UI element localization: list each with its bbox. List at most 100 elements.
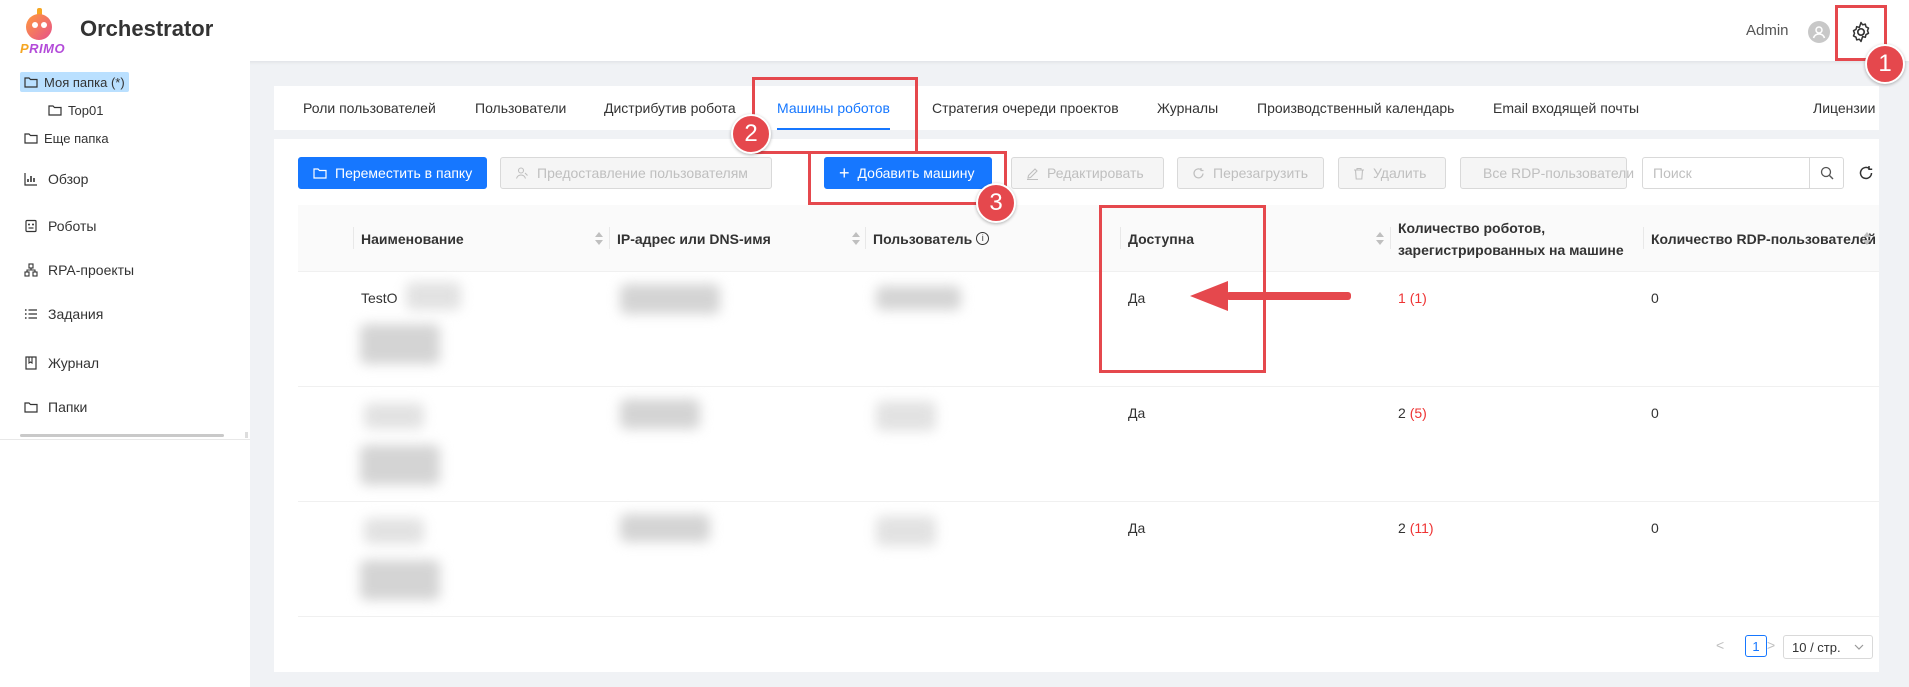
table-row[interactable]: TestO Да 1 (1) 0 bbox=[298, 272, 1879, 387]
move-to-folder-button[interactable]: Переместить в папку bbox=[298, 157, 488, 189]
column-header-robots-count[interactable]: Количество роботов, зарегистрированных н… bbox=[1398, 205, 1624, 272]
nav-item-tasks[interactable]: Задания bbox=[24, 303, 103, 325]
redacted-ip bbox=[620, 284, 720, 314]
tab-licenses[interactable]: Лицензии bbox=[1813, 100, 1875, 116]
tab-production-calendar[interactable]: Производственный календарь bbox=[1257, 100, 1454, 116]
table-header: Наименование IP-адрес или DNS-имя Пользо… bbox=[298, 205, 1879, 272]
nav-item-folders[interactable]: Папки bbox=[24, 396, 87, 418]
search-input[interactable] bbox=[1643, 158, 1809, 188]
highlight-machines-tab bbox=[752, 77, 918, 154]
redacted-name bbox=[360, 324, 440, 364]
redacted-name bbox=[364, 403, 424, 429]
redacted-name bbox=[364, 518, 424, 544]
primo-logo: PRIMO bbox=[20, 8, 66, 56]
edit-button[interactable]: Редактировать bbox=[1011, 157, 1164, 189]
folder-icon bbox=[24, 77, 38, 88]
tab-logs[interactable]: Журналы bbox=[1157, 100, 1218, 116]
machines-panel: Переместить в папку Предоставление польз… bbox=[274, 139, 1879, 672]
annotation-arrow bbox=[1226, 292, 1351, 300]
nav-item-robots[interactable]: Роботы bbox=[24, 215, 96, 237]
redacted-name bbox=[360, 560, 440, 600]
user-icon[interactable] bbox=[1808, 21, 1830, 43]
trash-icon bbox=[1354, 167, 1364, 180]
page-size-select[interactable]: 10 / стр. bbox=[1783, 635, 1873, 659]
redacted-name bbox=[406, 282, 461, 310]
book-icon bbox=[25, 356, 37, 370]
redacted-user bbox=[876, 401, 936, 431]
tab-robot-distributive[interactable]: Дистрибутив робота bbox=[604, 100, 736, 116]
robots-count[interactable]: 2 (11) bbox=[1398, 520, 1434, 536]
chevron-down-icon bbox=[1854, 644, 1864, 650]
bar-chart-icon bbox=[24, 173, 37, 186]
tab-queue-strategy[interactable]: Стратегия очереди проектов bbox=[932, 100, 1119, 116]
user-name[interactable]: Admin bbox=[1746, 22, 1789, 39]
step-badge-3: 3 bbox=[976, 183, 1016, 223]
cluster-icon bbox=[24, 263, 38, 277]
redacted-ip bbox=[620, 399, 700, 429]
all-rdp-users-button[interactable]: Все RDP-пользователи bbox=[1460, 157, 1634, 189]
sort-icon[interactable] bbox=[1863, 232, 1871, 246]
nav-item-overview[interactable]: Обзор bbox=[24, 168, 88, 190]
rdp-users-count: 0 bbox=[1651, 405, 1659, 421]
grant-users-button[interactable]: Предоставление пользователям bbox=[500, 157, 772, 189]
machine-name: TestO bbox=[361, 290, 398, 306]
pagination-page[interactable]: 1 bbox=[1745, 635, 1767, 657]
annotation-arrow-head bbox=[1190, 281, 1228, 311]
app-title: Orchestrator bbox=[80, 16, 214, 41]
redacted-name bbox=[360, 445, 440, 485]
folder-icon bbox=[48, 105, 62, 116]
folder-icon bbox=[313, 168, 327, 179]
restart-button[interactable]: Перезагрузить bbox=[1177, 157, 1324, 189]
delete-button[interactable]: Удалить bbox=[1338, 157, 1446, 189]
tab-users[interactable]: Пользователи bbox=[475, 100, 566, 116]
sort-icon[interactable] bbox=[595, 232, 603, 246]
folder-tree-item-top01[interactable]: Top01 bbox=[48, 100, 103, 120]
rdp-users-count: 0 bbox=[1651, 290, 1659, 306]
column-header-user[interactable]: Пользователь i bbox=[873, 205, 990, 272]
table-row[interactable]: Да 2 (5) 0 bbox=[298, 387, 1879, 502]
sort-icon[interactable] bbox=[1376, 232, 1384, 246]
redacted-user bbox=[876, 286, 961, 310]
folder-icon bbox=[24, 133, 38, 144]
sidebar: Моя папка (*) Top01 Еще папка Обзор Робо… bbox=[0, 61, 250, 687]
tab-incoming-email[interactable]: Email входящей почты bbox=[1493, 100, 1639, 116]
step-badge-2: 2 bbox=[731, 114, 771, 154]
folder-tree-item-my-folder[interactable]: Моя папка (*) bbox=[20, 72, 129, 92]
tab-user-roles[interactable]: Роли пользователей bbox=[303, 100, 436, 116]
redacted-user bbox=[876, 516, 936, 546]
nav-item-journal[interactable]: Журнал bbox=[24, 352, 99, 374]
list-icon bbox=[24, 309, 37, 319]
highlight-available-column bbox=[1099, 205, 1266, 373]
edit-icon bbox=[1027, 167, 1038, 180]
robots-count[interactable]: 1 (1) bbox=[1398, 290, 1427, 306]
table-row[interactable]: Да 2 (11) 0 bbox=[298, 502, 1879, 617]
pagination-next[interactable]: > bbox=[1767, 637, 1775, 653]
search-box bbox=[1642, 157, 1844, 189]
rdp-users-count: 0 bbox=[1651, 520, 1659, 536]
sidebar-divider bbox=[0, 439, 250, 440]
robot-icon bbox=[25, 219, 37, 233]
folder-tree-item-another[interactable]: Еще папка bbox=[24, 128, 109, 148]
column-header-ip[interactable]: IP-адрес или DNS-имя bbox=[617, 205, 771, 272]
availability-value: Да bbox=[1128, 520, 1146, 536]
user-share-icon bbox=[515, 167, 528, 179]
column-header-name[interactable]: Наименование bbox=[361, 205, 464, 272]
search-button[interactable] bbox=[1809, 158, 1843, 188]
sort-icon[interactable] bbox=[852, 232, 860, 246]
sidebar-scrollbar[interactable] bbox=[20, 434, 224, 437]
column-header-rdp-users[interactable]: Количество RDP-пользователей bbox=[1651, 205, 1876, 272]
settings-tabs: Роли пользователей Пользователи Дистрибу… bbox=[274, 86, 1879, 130]
pagination-prev[interactable]: < bbox=[1716, 637, 1724, 653]
info-icon[interactable]: i bbox=[976, 232, 990, 245]
folder-icon bbox=[24, 402, 38, 413]
app-header: PRIMO Orchestrator Admin bbox=[0, 0, 1909, 61]
redacted-ip bbox=[620, 514, 710, 542]
sidebar-resize-handle[interactable] bbox=[245, 432, 248, 438]
search-icon bbox=[1820, 166, 1833, 180]
availability-value: Да bbox=[1128, 405, 1146, 421]
reload-icon bbox=[1193, 167, 1204, 178]
nav-item-rpa-projects[interactable]: RPA-проекты bbox=[24, 259, 134, 281]
step-badge-1: 1 bbox=[1865, 44, 1905, 84]
robots-count[interactable]: 2 (5) bbox=[1398, 405, 1427, 421]
refresh-icon[interactable] bbox=[1857, 164, 1875, 182]
